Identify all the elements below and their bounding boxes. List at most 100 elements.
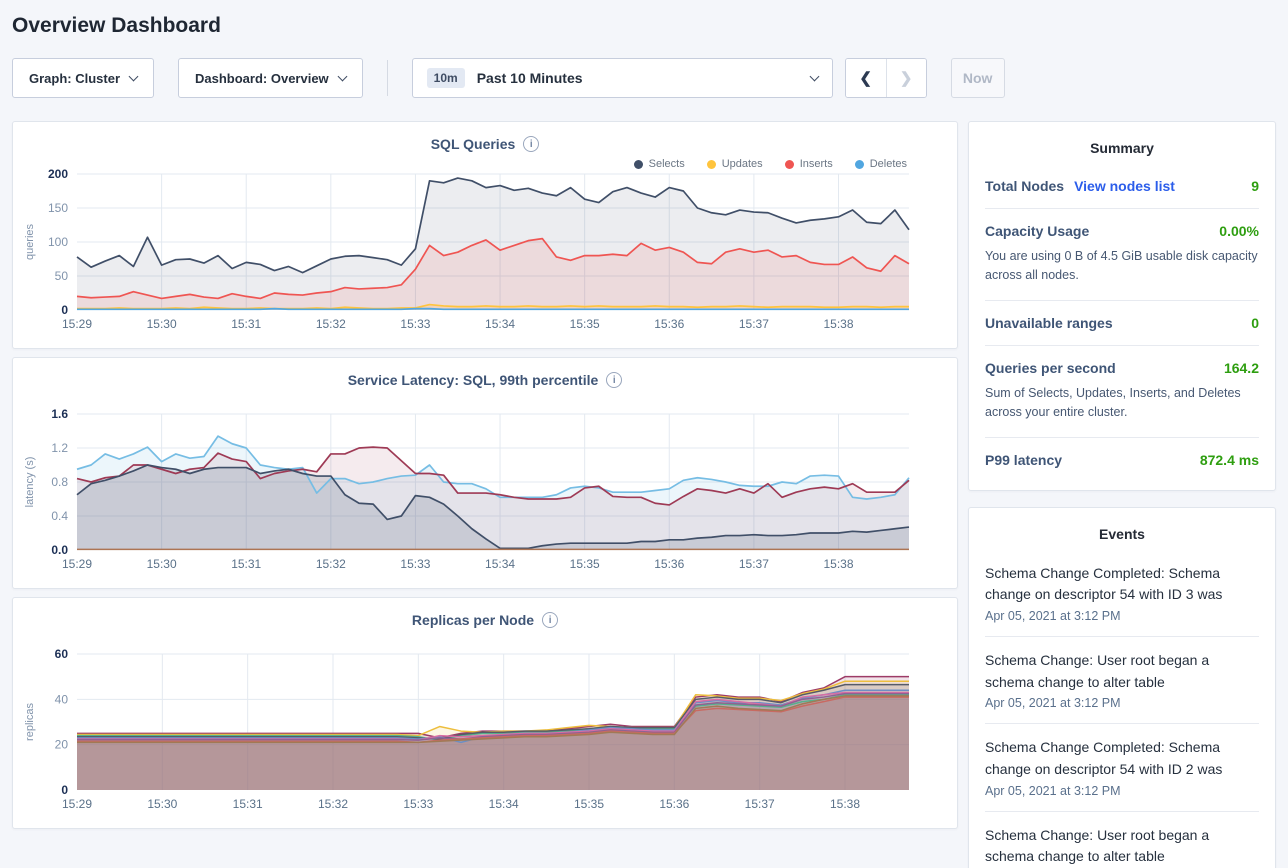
chart-title-row: Service Latency: SQL, 99th percentile i [13, 372, 957, 388]
sql-queries-legend: SelectsUpdatesInsertsDeletes [13, 152, 957, 166]
svg-text:15:31: 15:31 [231, 557, 261, 571]
replicas-per-node-chart[interactable]: 020406015:2915:3015:3115:3215:3315:3415:… [13, 628, 957, 820]
events-title: Events [985, 522, 1259, 550]
info-icon[interactable]: i [542, 612, 558, 628]
time-range-badge: 10m [427, 68, 465, 88]
svg-text:0: 0 [61, 783, 68, 797]
legend-item[interactable]: Deletes [855, 158, 907, 170]
legend-dot-icon [707, 160, 716, 169]
summary-row-unavailable-ranges: Unavailable ranges 0 [985, 301, 1259, 346]
replicas-per-node-card: Replicas per Node i 020406015:2915:3015:… [12, 597, 958, 829]
svg-text:15:32: 15:32 [316, 317, 346, 331]
svg-text:1.2: 1.2 [51, 441, 68, 455]
graph-dropdown-label: Graph: Cluster [29, 71, 120, 86]
event-timestamp: Apr 05, 2021 at 3:12 PM [985, 696, 1259, 710]
svg-text:0.0: 0.0 [51, 543, 68, 557]
legend-item[interactable]: Inserts [785, 158, 833, 170]
svg-text:15:38: 15:38 [830, 797, 860, 811]
page-title: Overview Dashboard [12, 0, 1276, 58]
summary-value: 0.00% [1219, 223, 1259, 239]
previous-time-button[interactable]: ❮ [846, 59, 886, 97]
toolbar-divider [387, 60, 388, 96]
event-text[interactable]: Schema Change Completed: Schema change o… [985, 737, 1259, 780]
svg-text:50: 50 [55, 269, 69, 283]
now-button[interactable]: Now [951, 58, 1005, 98]
chevron-down-icon [337, 71, 347, 81]
legend-dot-icon [634, 160, 643, 169]
summary-panel: Summary Total Nodes View nodes list 9 Ca… [968, 121, 1276, 491]
event-timestamp: Apr 05, 2021 at 3:12 PM [985, 784, 1259, 798]
svg-text:latency (s): latency (s) [24, 457, 36, 508]
svg-text:15:33: 15:33 [403, 797, 433, 811]
sql-queries-chart[interactable]: 05010015020015:2915:3015:3115:3215:3315:… [13, 166, 957, 340]
svg-text:15:34: 15:34 [489, 797, 519, 811]
summary-row-queries-per-second: Queries per second 164.2 Sum of Selects,… [985, 346, 1259, 438]
svg-text:0: 0 [61, 303, 68, 317]
svg-text:15:29: 15:29 [62, 797, 92, 811]
svg-text:15:34: 15:34 [485, 317, 515, 331]
legend-dot-icon [785, 160, 794, 169]
svg-text:15:33: 15:33 [400, 317, 430, 331]
legend-item[interactable]: Updates [707, 158, 763, 170]
svg-text:15:31: 15:31 [233, 797, 263, 811]
svg-text:queries: queries [24, 223, 36, 260]
svg-text:15:37: 15:37 [739, 317, 769, 331]
svg-text:15:37: 15:37 [745, 797, 775, 811]
charts-column: SQL Queries i SelectsUpdatesInsertsDelet… [12, 121, 958, 829]
summary-title: Summary [985, 136, 1259, 164]
graph-dropdown[interactable]: Graph: Cluster [12, 58, 154, 98]
svg-text:150: 150 [48, 201, 68, 215]
event-text[interactable]: Schema Change: User root began a schema … [985, 650, 1259, 693]
svg-text:15:35: 15:35 [570, 557, 600, 571]
chevron-right-icon: ❯ [900, 69, 913, 87]
service-latency-chart[interactable]: 0.00.40.81.21.615:2915:3015:3115:3215:33… [13, 388, 957, 580]
time-range-dropdown[interactable]: 10m Past 10 Minutes [412, 58, 833, 98]
svg-text:40: 40 [55, 692, 69, 706]
svg-text:15:34: 15:34 [485, 557, 515, 571]
view-nodes-list-link[interactable]: View nodes list [1074, 178, 1175, 194]
chevron-down-icon [129, 71, 139, 81]
svg-text:15:33: 15:33 [400, 557, 430, 571]
legend-dot-icon [855, 160, 864, 169]
svg-text:15:29: 15:29 [62, 317, 92, 331]
chevron-down-icon [809, 71, 819, 81]
chart-title-row: Replicas per Node i [13, 612, 957, 628]
svg-text:15:30: 15:30 [147, 797, 177, 811]
side-column: Summary Total Nodes View nodes list 9 Ca… [968, 121, 1276, 868]
svg-text:15:36: 15:36 [654, 557, 684, 571]
event-text[interactable]: Schema Change: User root began a schema … [985, 825, 1259, 868]
event-item: Schema Change Completed: Schema change o… [985, 550, 1259, 637]
summary-label: Total Nodes [985, 178, 1064, 194]
svg-text:100: 100 [48, 235, 68, 249]
svg-text:0.8: 0.8 [51, 475, 68, 489]
summary-row-p99-latency: P99 latency 872.4 ms [985, 438, 1259, 482]
summary-value: 0 [1251, 315, 1259, 331]
summary-label: Queries per second [985, 360, 1116, 376]
svg-text:20: 20 [55, 738, 69, 752]
summary-row-capacity-usage: Capacity Usage 0.00% You are using 0 B o… [985, 209, 1259, 301]
summary-label: Unavailable ranges [985, 315, 1113, 331]
svg-text:15:31: 15:31 [231, 317, 261, 331]
time-pager: ❮ ❯ [845, 58, 927, 98]
summary-description: You are using 0 B of 4.5 GiB usable disk… [985, 247, 1259, 286]
summary-row-total-nodes: Total Nodes View nodes list 9 [985, 164, 1259, 209]
main-content: SQL Queries i SelectsUpdatesInsertsDelet… [12, 121, 1276, 868]
chart-title-row: SQL Queries i [13, 136, 957, 152]
toolbar: Graph: Cluster Dashboard: Overview 10m P… [12, 58, 1276, 98]
service-latency-card: Service Latency: SQL, 99th percentile i … [12, 357, 958, 589]
next-time-button[interactable]: ❯ [886, 59, 926, 97]
svg-text:200: 200 [48, 167, 68, 181]
summary-value: 9 [1251, 178, 1259, 194]
legend-item[interactable]: Selects [634, 158, 685, 170]
info-icon[interactable]: i [606, 372, 622, 388]
dashboard-dropdown[interactable]: Dashboard: Overview [178, 58, 363, 98]
info-icon[interactable]: i [523, 136, 539, 152]
event-timestamp: Apr 05, 2021 at 3:12 PM [985, 609, 1259, 623]
svg-text:15:36: 15:36 [654, 317, 684, 331]
svg-text:15:38: 15:38 [823, 317, 853, 331]
summary-value: 164.2 [1224, 360, 1259, 376]
sql-queries-card: SQL Queries i SelectsUpdatesInsertsDelet… [12, 121, 958, 349]
svg-text:15:36: 15:36 [659, 797, 689, 811]
svg-text:15:35: 15:35 [570, 317, 600, 331]
event-text[interactable]: Schema Change Completed: Schema change o… [985, 563, 1259, 606]
